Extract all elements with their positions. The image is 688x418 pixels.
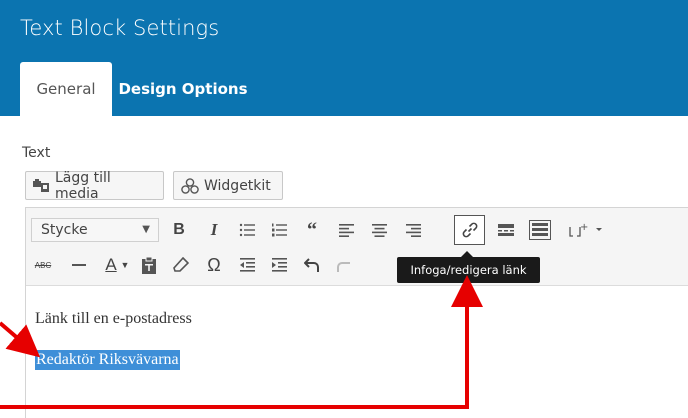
media-icon <box>33 178 50 193</box>
redo-icon[interactable] <box>331 252 357 278</box>
horizontal-line-icon[interactable] <box>66 252 92 278</box>
special-character-icon[interactable]: Ω <box>201 252 227 278</box>
editor-toolbar: Stycke ▼ B I “ + ABC A ▼ Ω <box>26 208 688 286</box>
text-field-label: Text <box>22 145 51 161</box>
add-media-button[interactable]: Lägg till media <box>25 169 164 202</box>
widgetkit-icon <box>181 177 199 194</box>
paste-text-icon[interactable] <box>136 252 162 278</box>
dialog-title: Text Block Settings <box>20 16 220 40</box>
format-select[interactable]: Stycke ▼ <box>31 218 159 242</box>
read-more-icon[interactable] <box>493 217 519 243</box>
indent-icon[interactable] <box>266 252 292 278</box>
format-select-value: Stycke <box>41 222 88 238</box>
strikethrough-icon[interactable]: ABC <box>30 252 56 278</box>
blockquote-icon[interactable]: “ <box>299 217 325 243</box>
svg-text:+: + <box>580 222 588 233</box>
dialog-header: Text Block Settings General Design Optio… <box>0 0 688 116</box>
chevron-down-icon[interactable]: ▼ <box>118 252 132 278</box>
bullet-list-icon[interactable] <box>234 217 260 243</box>
add-media-label: Lägg till media <box>55 169 111 202</box>
clear-formatting-icon[interactable] <box>168 252 194 278</box>
align-center-icon[interactable] <box>366 217 392 243</box>
bold-icon[interactable]: B <box>166 217 192 243</box>
widgetkit-button[interactable]: Widgetkit <box>173 171 283 200</box>
italic-icon[interactable]: I <box>201 217 227 243</box>
outdent-icon[interactable] <box>234 252 260 278</box>
chevron-down-icon: ▼ <box>142 224 150 235</box>
content-paragraph[interactable]: Länk till en e-postadress <box>35 310 192 328</box>
align-left-icon[interactable] <box>333 217 359 243</box>
widgetkit-label: Widgetkit <box>204 177 271 194</box>
shortcode-icon[interactable]: + <box>566 217 610 243</box>
align-right-icon[interactable] <box>400 217 426 243</box>
link-tooltip: Infoga/redigera länk <box>397 251 540 283</box>
link-icon[interactable] <box>454 215 485 245</box>
toolbar-toggle-icon[interactable] <box>526 216 554 244</box>
tab-design-options[interactable]: Design Options <box>112 62 254 116</box>
undo-icon[interactable] <box>299 252 325 278</box>
selected-text[interactable]: Redaktör Riksvävarna <box>35 350 180 370</box>
annotation-arrow-selection <box>0 321 41 358</box>
tab-general[interactable]: General <box>20 62 112 116</box>
numbered-list-icon[interactable] <box>266 217 292 243</box>
